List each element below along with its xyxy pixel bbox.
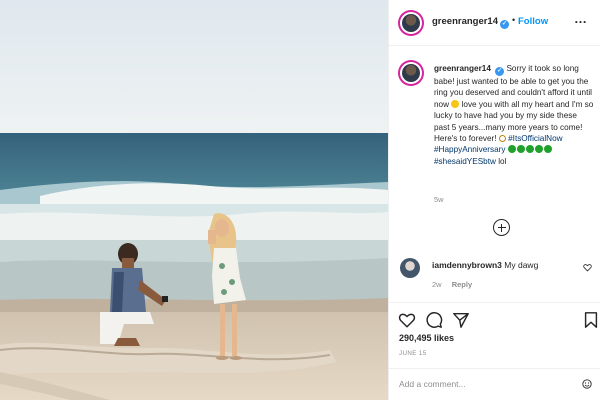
emoji-picker-icon[interactable] <box>582 379 592 389</box>
save-bookmark-icon[interactable] <box>582 311 600 329</box>
caption-timestamp: 5w <box>434 195 444 204</box>
hashtag-itsofficialnow[interactable]: #ItsOfficialNow <box>508 134 562 143</box>
caption-author-avatar[interactable] <box>398 60 424 86</box>
post-actions-bar <box>388 302 600 336</box>
separator-dot: • <box>512 15 516 25</box>
comment-text: iamdennybrown3 My dawg <box>432 260 538 270</box>
beach-proposal-image <box>0 0 388 400</box>
like-heart-icon[interactable] <box>398 311 416 329</box>
ring-emoji-icon <box>498 135 506 143</box>
caption-username[interactable]: greenranger14 <box>434 64 491 73</box>
author-avatar[interactable] <box>398 10 424 36</box>
follow-button[interactable]: Follow <box>518 16 548 27</box>
hashtag-shesaidyesbtw[interactable]: #shesaidYESbtw <box>434 157 496 166</box>
comment-meta: 2w Reply <box>432 280 472 289</box>
like-count[interactable]: 290,495 likes <box>399 333 454 343</box>
comment-bubble-icon[interactable] <box>425 311 443 329</box>
author-username[interactable]: greenranger14 ✓ <box>432 16 510 29</box>
comment-item: iamdennybrown3 My dawg 2w Reply <box>398 256 598 296</box>
caption-body-3: lol <box>498 156 507 166</box>
hashtag-happyanniversary[interactable]: #HappyAnniversary <box>434 145 505 154</box>
post-photo[interactable] <box>0 0 388 400</box>
load-more-comments-button[interactable] <box>493 219 510 236</box>
verified-badge-icon: ✓ <box>500 20 510 29</box>
green-hearts-emoji-icon <box>507 145 553 154</box>
comment-body: My dawg <box>504 260 539 270</box>
add-comment-input[interactable] <box>399 379 569 389</box>
post-header: greenranger14 ✓ • Follow … <box>388 0 600 46</box>
post-date: JUNE 15 <box>399 350 427 357</box>
grinning-sweat-emoji-icon <box>451 99 460 108</box>
add-comment-bar <box>388 368 600 400</box>
commenter-username[interactable]: iamdennybrown3 <box>432 260 502 270</box>
comment-timestamp: 2w <box>432 280 442 289</box>
share-paper-plane-icon[interactable] <box>452 311 470 329</box>
caption-text: greenranger14 ✓ Sorry it took so long ba… <box>434 63 594 167</box>
commenter-avatar[interactable] <box>400 258 420 278</box>
more-options-icon[interactable]: … <box>574 11 588 26</box>
reply-button[interactable]: Reply <box>452 280 472 289</box>
caption-verified-badge-icon: ✓ <box>495 67 505 76</box>
comment-like-heart-icon[interactable] <box>583 263 592 272</box>
